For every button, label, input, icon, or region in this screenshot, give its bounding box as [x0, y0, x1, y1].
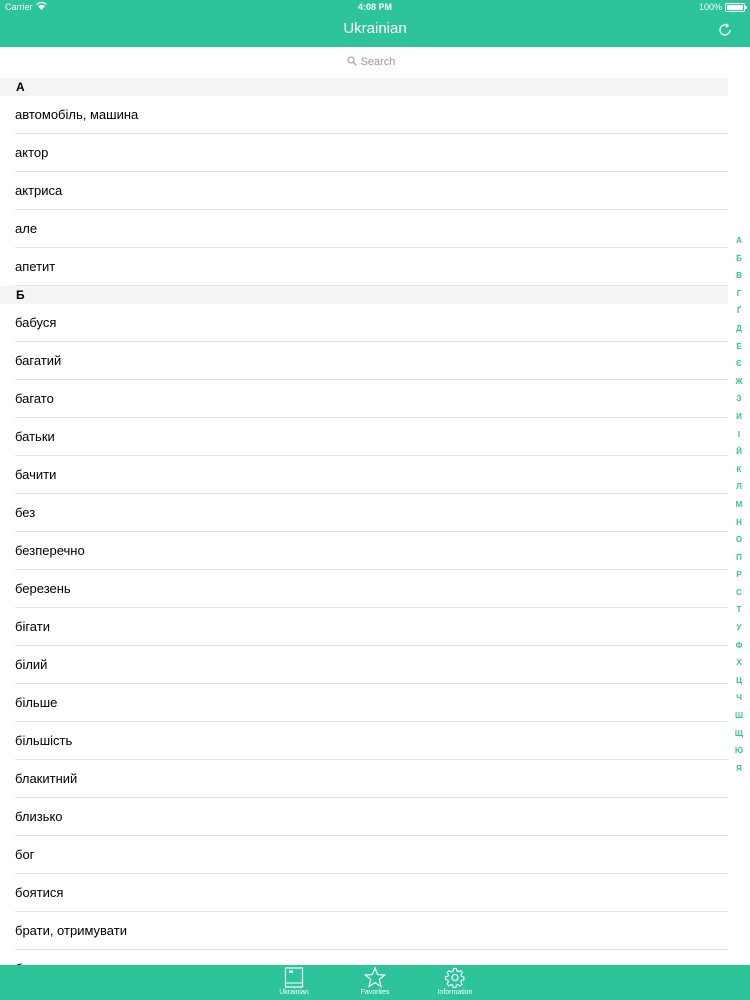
star-icon	[364, 967, 386, 988]
list-item[interactable]: бігати	[0, 608, 728, 646]
index-letter[interactable]: Х	[733, 654, 745, 672]
list-item[interactable]: близько	[0, 798, 728, 836]
sync-button[interactable]	[717, 22, 733, 38]
gear-icon	[444, 967, 465, 988]
tab-label: Ukrainian	[279, 989, 309, 996]
list-item[interactable]: апетит	[0, 248, 728, 286]
list-item[interactable]: брехати	[0, 950, 728, 965]
search-bar: Search	[0, 47, 750, 78]
battery-percent: 100%	[698, 2, 722, 12]
list-item[interactable]: бог	[0, 836, 728, 874]
index-letter[interactable]: Ґ	[733, 302, 745, 320]
status-time: 4:08 PM	[357, 2, 392, 12]
app-window: Carrier 4:08 PM 100% Ukrainian Search Аа…	[0, 0, 750, 1000]
battery-icon	[725, 2, 747, 12]
tab-bar: Ukrainian Favorites Information	[0, 965, 750, 1000]
index-letter[interactable]: М	[733, 496, 745, 514]
refresh-icon	[719, 23, 731, 36]
tab-favorites[interactable]: Favorites	[345, 965, 405, 1000]
tab-information[interactable]: Information	[425, 965, 485, 1000]
list-item[interactable]: безперечно	[0, 532, 728, 570]
index-letter[interactable]: Г	[733, 285, 745, 303]
index-letter[interactable]: Р	[733, 566, 745, 584]
index-letter[interactable]: І	[733, 426, 745, 444]
index-letter[interactable]: Л	[733, 478, 745, 496]
list-item[interactable]: блакитний	[0, 760, 728, 798]
search-placeholder: Search	[360, 56, 396, 68]
index-letter[interactable]: У	[733, 619, 745, 637]
index-letter[interactable]: Й	[733, 443, 745, 461]
list-item[interactable]: більшість	[0, 722, 728, 760]
list-item[interactable]: автомобіль, машина	[0, 96, 728, 134]
status-bar: Carrier 4:08 PM 100%	[0, 0, 750, 14]
list-item[interactable]: актор	[0, 134, 728, 172]
list-item[interactable]: більше	[0, 684, 728, 722]
list-item[interactable]: бачити	[0, 456, 728, 494]
index-letter[interactable]: П	[733, 549, 745, 567]
section-header: А	[0, 78, 728, 96]
tab-label: Favorites	[360, 989, 390, 996]
list-item[interactable]: але	[0, 210, 728, 248]
index-letter[interactable]: К	[733, 461, 745, 479]
search-icon	[347, 55, 357, 69]
index-letter[interactable]: Ф	[733, 637, 745, 655]
index-letter[interactable]: Ц	[733, 672, 745, 690]
list-item[interactable]: багатий	[0, 342, 728, 380]
index-letter[interactable]: Б	[733, 250, 745, 268]
word-list: Аавтомобіль, машина актор актриса але апетит…	[0, 78, 728, 965]
section-header: Б	[0, 286, 728, 304]
status-right: 100%	[698, 2, 747, 12]
list-item[interactable]: білий	[0, 646, 728, 684]
index-letter[interactable]: Н	[733, 514, 745, 532]
index-letter[interactable]: В	[733, 267, 745, 285]
index-letter[interactable]: Т	[733, 601, 745, 619]
list-item[interactable]: боятися	[0, 874, 728, 912]
list-item[interactable]: багато	[0, 380, 728, 418]
list-item[interactable]: актриса	[0, 172, 728, 210]
index-letter[interactable]: Ю	[733, 742, 745, 760]
alphabet-index[interactable]: АБВГҐДЕЄЖЗИІЙКЛМНОПРСТУФХЦЧШЩЮЯ	[733, 232, 745, 777]
tab-ukrainian[interactable]: Ukrainian	[264, 965, 324, 1000]
book-icon	[284, 967, 304, 988]
list-item[interactable]: березень	[0, 570, 728, 608]
list-item[interactable]: батьки	[0, 418, 728, 456]
index-letter[interactable]: Д	[733, 320, 745, 338]
index-letter[interactable]: Щ	[733, 725, 745, 743]
index-letter[interactable]: Ш	[733, 707, 745, 725]
index-letter[interactable]: Ч	[733, 689, 745, 707]
list-item[interactable]: брати, отримувати	[0, 912, 728, 950]
index-letter[interactable]: Я	[733, 760, 745, 778]
search-input[interactable]: Search	[0, 52, 742, 72]
index-letter[interactable]: С	[733, 584, 745, 602]
index-letter[interactable]: Є	[733, 355, 745, 373]
page-title: Ukrainian	[343, 20, 407, 37]
index-letter[interactable]: Ж	[733, 373, 745, 391]
tab-label: Information	[437, 989, 473, 996]
list-item[interactable]: без	[0, 494, 728, 532]
index-letter[interactable]: А	[733, 232, 745, 250]
index-letter[interactable]: З	[733, 390, 745, 408]
index-letter[interactable]: О	[733, 531, 745, 549]
index-letter[interactable]: И	[733, 408, 745, 426]
list-item[interactable]: бабуся	[0, 304, 728, 342]
navigation-header: Carrier 4:08 PM 100% Ukrainian	[0, 0, 750, 47]
index-letter[interactable]: Е	[733, 338, 745, 356]
